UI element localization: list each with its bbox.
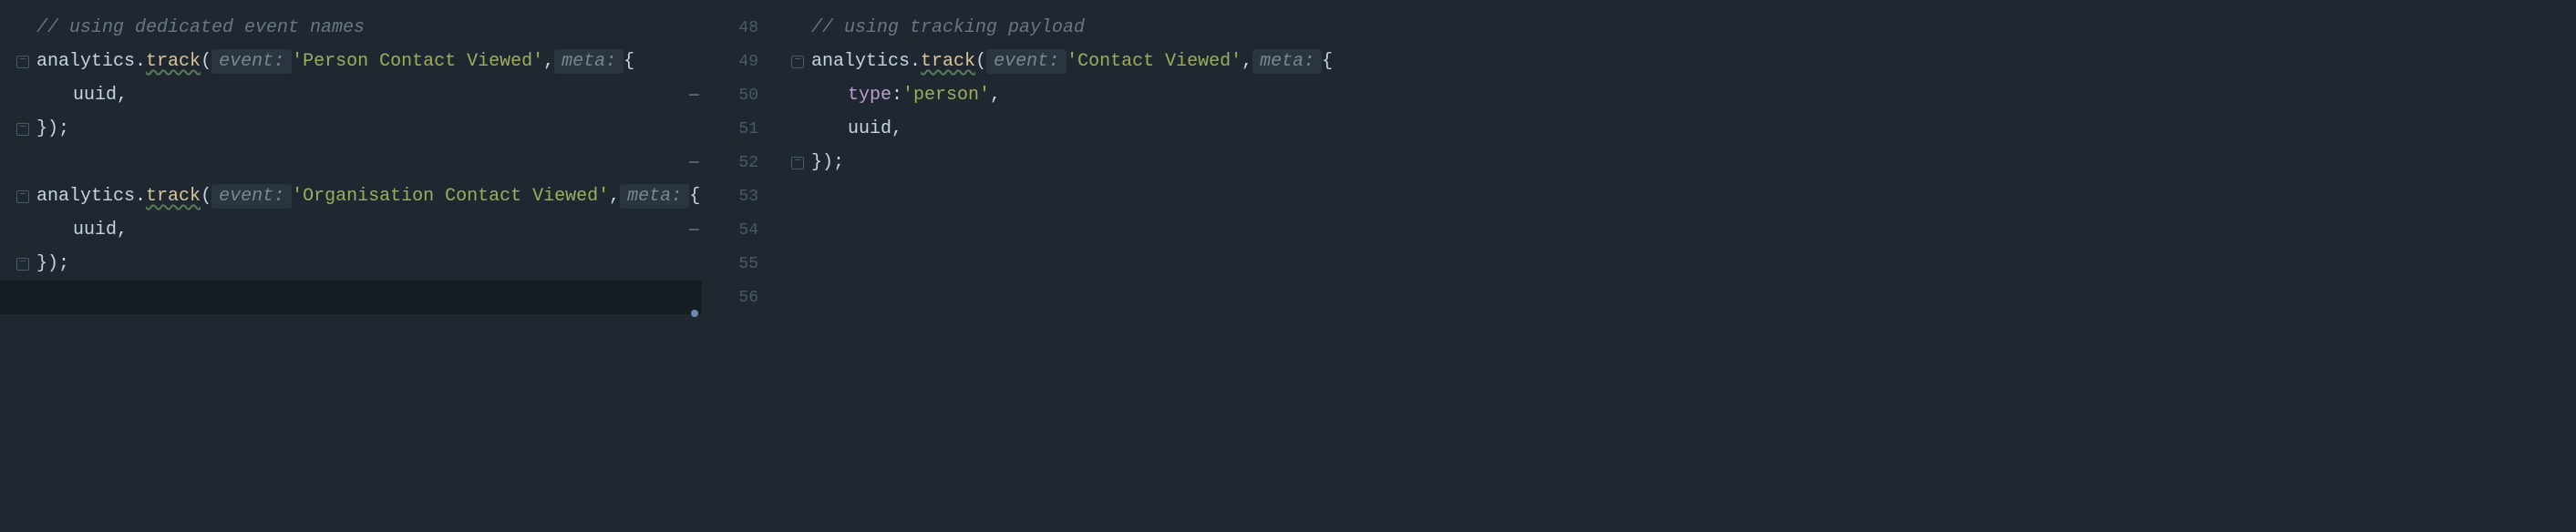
line-number[interactable]: 56	[702, 281, 775, 314]
comma: ,	[609, 186, 620, 207]
caret-indicator	[691, 310, 698, 317]
diff-marker: —	[689, 87, 699, 105]
diff-marker: —	[689, 221, 699, 240]
line-number[interactable]: 49	[702, 45, 775, 78]
code-line: analytics.track( event: 'Organisation Co…	[0, 179, 702, 213]
string-literal: 'Person Contact Viewed'	[292, 51, 543, 72]
prop-uuid: uuid	[73, 85, 117, 106]
dot: .	[135, 186, 146, 207]
line-number[interactable]: 48	[702, 11, 775, 45]
dot: .	[910, 51, 921, 72]
param-hint: event:	[211, 184, 292, 209]
code-line: // using dedicated event names	[0, 11, 702, 45]
string-literal: 'Organisation Contact Viewed'	[292, 186, 609, 207]
param-hint: meta:	[620, 184, 689, 209]
code-line-empty	[0, 146, 702, 179]
string-literal: 'person'	[902, 85, 990, 106]
brace: {	[623, 51, 634, 72]
fold-icon[interactable]	[16, 258, 29, 271]
code-line: });	[775, 146, 2576, 179]
line-number[interactable]: —50	[702, 78, 775, 112]
comment-text: // using tracking payload	[811, 17, 1085, 38]
paren: (	[201, 51, 211, 72]
method-name: track	[921, 51, 975, 72]
diff-view: // using dedicated event names analytics…	[0, 0, 2576, 532]
code-line: analytics.track( event: 'Contact Viewed'…	[775, 45, 2576, 78]
comment-text: // using dedicated event names	[36, 17, 365, 38]
object-ref: analytics	[36, 51, 135, 72]
brace: {	[1322, 51, 1333, 72]
line-number[interactable]: —52	[702, 146, 775, 179]
code-line: uuid,	[775, 112, 2576, 146]
line-number-gutter: 48 49 —50 51 —52 53 —54 55 56	[702, 0, 775, 532]
brace: {	[689, 186, 700, 207]
right-code-area[interactable]: // using tracking payload analytics.trac…	[775, 0, 2576, 179]
close-call: });	[36, 118, 69, 139]
line-number-text: 49	[738, 53, 758, 71]
fold-icon[interactable]	[791, 157, 804, 169]
paren: (	[201, 186, 211, 207]
code-line: type: 'person',	[775, 78, 2576, 112]
object-ref: analytics	[811, 51, 910, 72]
line-number-text: 52	[738, 154, 758, 172]
fold-icon[interactable]	[16, 56, 29, 68]
prop-uuid: uuid	[848, 118, 891, 139]
comma: ,	[891, 118, 902, 139]
comma: ,	[117, 85, 128, 106]
close-call: });	[811, 152, 844, 173]
comma: ,	[117, 220, 128, 240]
line-number[interactable]: —54	[702, 213, 775, 247]
method-name: track	[146, 186, 201, 207]
code-line: });	[0, 247, 702, 281]
param-hint: meta:	[1252, 49, 1322, 74]
line-number-text: 53	[738, 188, 758, 206]
comma: ,	[543, 51, 554, 72]
code-line: });	[0, 112, 702, 146]
line-number-text: 48	[738, 19, 758, 37]
fold-icon[interactable]	[791, 56, 804, 68]
close-call: });	[36, 253, 69, 274]
line-number[interactable]: 53	[702, 179, 775, 213]
object-ref: analytics	[36, 186, 135, 207]
colon: :	[891, 85, 902, 106]
dot: .	[135, 51, 146, 72]
code-line-highlighted	[0, 281, 702, 314]
method-name: track	[146, 51, 201, 72]
comma: ,	[990, 85, 1001, 106]
line-number-text: 54	[738, 221, 758, 240]
string-literal: 'Contact Viewed'	[1066, 51, 1242, 72]
right-pane: // using tracking payload analytics.trac…	[775, 0, 2576, 532]
left-code-area[interactable]: // using dedicated event names analytics…	[0, 0, 702, 314]
line-number-text: 51	[738, 120, 758, 138]
code-line: // using tracking payload	[775, 11, 2576, 45]
param-hint: meta:	[554, 49, 623, 74]
param-hint: event:	[986, 49, 1066, 74]
prop-uuid: uuid	[73, 220, 117, 240]
param-hint: event:	[211, 49, 292, 74]
fold-icon[interactable]	[16, 123, 29, 136]
line-number[interactable]: 55	[702, 247, 775, 281]
prop-type: type	[848, 85, 891, 106]
line-number-text: 56	[738, 289, 758, 307]
comma: ,	[1242, 51, 1252, 72]
paren: (	[975, 51, 986, 72]
code-line: uuid,	[0, 213, 702, 247]
code-line: uuid,	[0, 78, 702, 112]
diff-marker: —	[689, 154, 699, 172]
line-number-text: 55	[738, 255, 758, 273]
code-line: analytics.track( event: 'Person Contact …	[0, 45, 702, 78]
line-number[interactable]: 51	[702, 112, 775, 146]
fold-icon[interactable]	[16, 190, 29, 203]
left-pane: // using dedicated event names analytics…	[0, 0, 702, 532]
line-number-text: 50	[738, 87, 758, 105]
